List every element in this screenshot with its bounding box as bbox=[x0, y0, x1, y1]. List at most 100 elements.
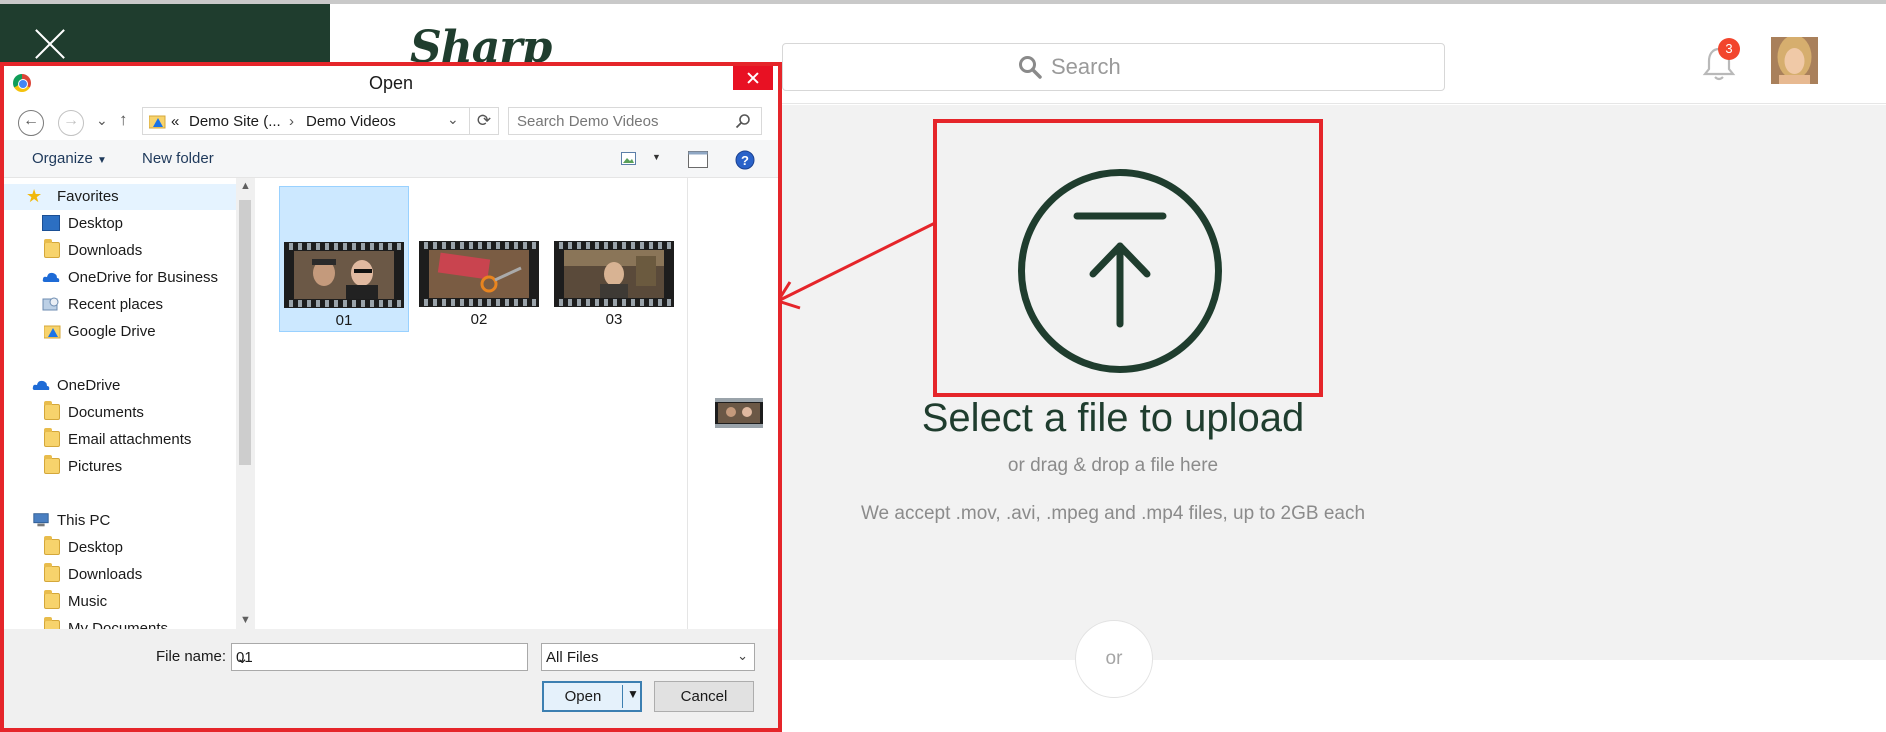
dialog-title: Open bbox=[368, 73, 414, 93]
open-options-caret-icon[interactable]: ▼ bbox=[627, 687, 639, 701]
onedrive-icon bbox=[32, 380, 50, 390]
arrow-left-icon: ← bbox=[23, 112, 39, 129]
upload-subtitle: or drag & drop a file here bbox=[1007, 455, 1219, 476]
video-thumbnail bbox=[419, 241, 539, 307]
scroll-thumb[interactable] bbox=[239, 200, 251, 465]
nav-label: Music bbox=[68, 593, 108, 610]
google-drive-icon bbox=[44, 325, 61, 339]
avatar[interactable] bbox=[1771, 37, 1818, 84]
refresh-icon: ⟳ bbox=[476, 111, 492, 130]
folder-icon bbox=[44, 536, 60, 555]
nav-label: OneDrive for Business bbox=[68, 269, 219, 286]
open-file-dialog: Open ← → ⌄ ↑ « Demo Site (... › Demo Vid… bbox=[4, 66, 778, 728]
view-options-caret-icon[interactable]: ▼ bbox=[652, 152, 661, 162]
downloads-folder-icon bbox=[44, 239, 60, 258]
breadcrumb-separator-icon: › bbox=[289, 113, 294, 130]
nav-label: This PC bbox=[57, 512, 111, 529]
dialog-command-bar: Organize ▼ New folder ▼ ? bbox=[4, 140, 778, 178]
nav-item-email-attachments[interactable]: Email attachments bbox=[4, 427, 236, 453]
file-item[interactable]: 01 bbox=[279, 186, 409, 332]
nav-label: Pictures bbox=[68, 458, 123, 475]
nav-label: Recent places bbox=[68, 296, 164, 313]
file-name: 02 bbox=[470, 311, 488, 328]
nav-item-music[interactable]: Music bbox=[4, 589, 236, 615]
nav-item-pictures[interactable]: Pictures bbox=[4, 454, 236, 480]
folder-icon bbox=[44, 428, 60, 447]
or-divider: or bbox=[1075, 620, 1153, 698]
nav-item-documents[interactable]: Documents bbox=[4, 400, 236, 426]
search-icon bbox=[735, 114, 750, 129]
cancel-button[interactable]: Cancel bbox=[654, 681, 754, 712]
close-icon[interactable] bbox=[34, 28, 66, 60]
address-bar[interactable]: « Demo Site (... › Demo Videos ⌄ bbox=[142, 107, 470, 135]
file-name: 03 bbox=[605, 311, 623, 328]
organize-menu[interactable]: Organize ▼ bbox=[32, 150, 107, 167]
video-thumbnail bbox=[554, 241, 674, 307]
caret-down-icon: ▼ bbox=[97, 155, 107, 166]
svg-text:?: ? bbox=[741, 153, 749, 168]
scroll-down-icon[interactable]: ▼ bbox=[240, 614, 251, 626]
preview-pane-icon[interactable] bbox=[688, 151, 708, 168]
file-item[interactable]: 02 bbox=[415, 186, 545, 332]
organize-label: Organize bbox=[32, 150, 93, 167]
computer-icon bbox=[33, 513, 49, 527]
nav-label: Email attachments bbox=[68, 431, 192, 448]
nav-item-pc-desktop[interactable]: Desktop bbox=[4, 535, 236, 561]
address-segment-folder[interactable]: Demo Videos bbox=[306, 113, 396, 130]
dialog-close-button[interactable] bbox=[733, 66, 773, 90]
address-dropdown-icon[interactable]: ⌄ bbox=[447, 111, 459, 128]
file-type-value: All Files bbox=[546, 649, 599, 666]
nav-item-downloads[interactable]: Downloads bbox=[4, 238, 236, 264]
back-button[interactable]: ← bbox=[18, 110, 44, 136]
nav-item-onedrive[interactable]: OneDrive bbox=[4, 373, 236, 399]
recent-places-icon bbox=[42, 297, 59, 311]
nav-label: OneDrive bbox=[57, 377, 121, 394]
dialog-titlebar[interactable]: Open bbox=[4, 66, 778, 100]
folder-icon bbox=[44, 590, 60, 609]
nav-label: Favorites bbox=[57, 188, 119, 205]
file-type-select[interactable]: All Files ⌄ bbox=[541, 643, 755, 671]
scroll-up-icon[interactable]: ▲ bbox=[240, 180, 251, 192]
nav-item-desktop[interactable]: Desktop bbox=[4, 211, 236, 237]
address-segment-site[interactable]: Demo Site (... bbox=[189, 113, 281, 130]
nav-label: Google Drive bbox=[68, 323, 156, 340]
dialog-search-input[interactable]: Search Demo Videos bbox=[508, 107, 762, 135]
nav-item-recent-places[interactable]: Recent places bbox=[4, 292, 236, 318]
dialog-navbar: ← → ⌄ ↑ « Demo Site (... › Demo Videos ⌄… bbox=[4, 100, 778, 140]
search-placeholder: Search bbox=[1051, 54, 1121, 79]
forward-button[interactable]: → bbox=[58, 110, 84, 136]
help-icon[interactable]: ? bbox=[735, 150, 755, 170]
preview-pane bbox=[687, 178, 778, 629]
nav-label: Documents bbox=[68, 404, 144, 421]
google-drive-folder-icon bbox=[149, 115, 166, 129]
split-divider bbox=[622, 685, 623, 708]
upload-button[interactable] bbox=[933, 119, 1323, 397]
screen: Search 3 Sharp Select a file to upload o… bbox=[0, 0, 1886, 732]
annotation-arrow bbox=[775, 221, 936, 310]
file-item[interactable]: 03 bbox=[550, 186, 680, 332]
refresh-button[interactable]: ⟳ bbox=[470, 107, 499, 135]
nav-item-google-drive[interactable]: Google Drive bbox=[4, 319, 236, 345]
change-view-icon[interactable] bbox=[621, 152, 639, 166]
nav-item-favorites[interactable]: ★ Favorites bbox=[4, 184, 236, 210]
video-thumbnail bbox=[284, 242, 404, 308]
dialog-footer: File name: 01 ⌄ All Files ⌄ Open ▼ Cance… bbox=[4, 629, 778, 728]
up-arrow-icon[interactable]: ↑ bbox=[119, 110, 128, 130]
search-input[interactable]: Search bbox=[782, 43, 1445, 91]
avatar-image bbox=[1771, 37, 1818, 84]
desktop-icon bbox=[42, 215, 60, 231]
address-overflow[interactable]: « bbox=[171, 113, 179, 130]
nav-scrollbar[interactable]: ▲ ▼ bbox=[236, 178, 254, 629]
nav-label: Downloads bbox=[68, 566, 143, 583]
new-folder-button[interactable]: New folder bbox=[142, 150, 214, 167]
nav-item-pc-downloads[interactable]: Downloads bbox=[4, 562, 236, 588]
file-list: 01 02 03 bbox=[255, 178, 687, 629]
chevron-down-icon[interactable]: ⌄ bbox=[236, 649, 521, 667]
nav-item-onedrive-business[interactable]: OneDrive for Business bbox=[4, 265, 236, 291]
open-label: Open bbox=[564, 688, 602, 705]
recent-locations-chevron-icon[interactable]: ⌄ bbox=[96, 112, 108, 129]
file-name-input[interactable]: 01 ⌄ bbox=[231, 643, 528, 671]
open-button[interactable]: Open ▼ bbox=[542, 681, 642, 712]
nav-item-this-pc[interactable]: This PC bbox=[4, 508, 236, 534]
nav-label: Desktop bbox=[68, 539, 124, 556]
